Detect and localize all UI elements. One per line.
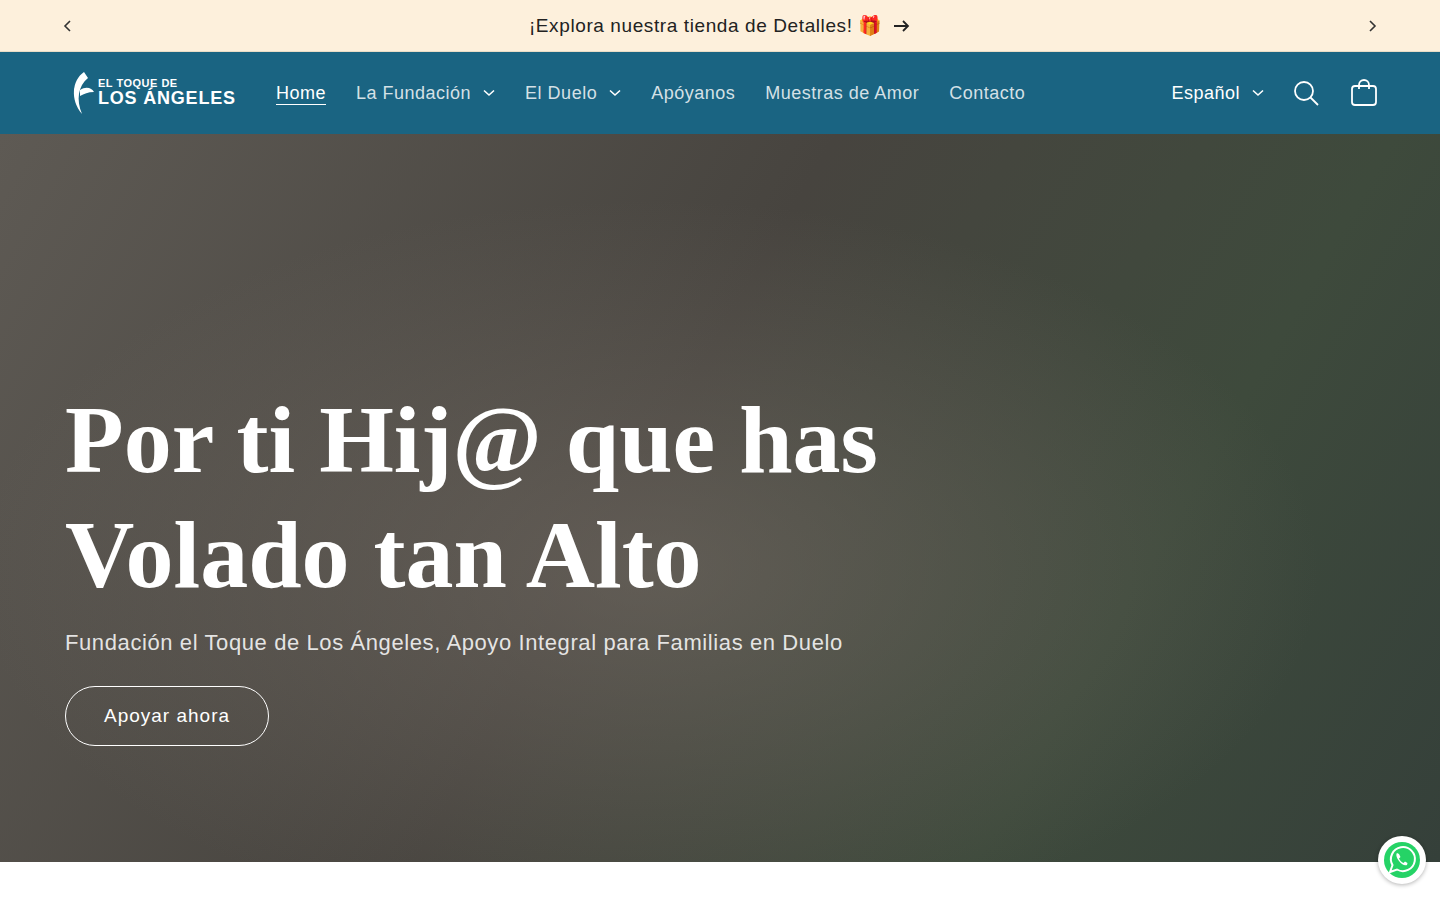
main-nav: Home La Fundación El Duelo Apóyanos Muestras… (276, 83, 1025, 104)
nav-item[interactable]: Muestras de Amor (765, 83, 919, 104)
cart-button[interactable] (1348, 77, 1380, 109)
nav-item[interactable]: Home (276, 83, 326, 104)
previous-button[interactable] (56, 14, 80, 38)
nav-item[interactable]: La Fundación (356, 83, 495, 104)
cart-icon (1349, 78, 1379, 108)
chevron-left-icon (61, 19, 75, 33)
page-content (0, 862, 1440, 900)
next-button[interactable] (1360, 14, 1384, 38)
support-button[interactable]: Apoyar ahora (65, 686, 269, 746)
announcement-link[interactable]: ¡Explora nuestra tienda de Detalles! 🎁 (529, 14, 911, 37)
arrow-right-icon (893, 19, 911, 33)
hero-subtitle: Fundación el Toque de Los Ángeles, Apoyo… (65, 630, 843, 656)
header: EL TOQUE DELOS ÁNGELES Home La Fundación El… (0, 52, 1440, 134)
language-label: Español (1171, 83, 1240, 104)
whatsapp-button[interactable] (1378, 836, 1426, 884)
search-button[interactable] (1290, 77, 1322, 109)
nav-item[interactable]: Apóyanos (651, 83, 735, 104)
hero-content: Por ti Hij@ que has Volado tan Alto Funda… (65, 382, 965, 746)
search-icon (1292, 79, 1320, 107)
page: ¡Explora nuestra tienda de Detalles! 🎁 EL… (0, 0, 1440, 900)
chevron-down-icon (483, 89, 495, 97)
nav-label: El Duelo (525, 83, 597, 104)
announcement-text: ¡Explora nuestra tienda de Detalles! 🎁 (529, 14, 883, 37)
hero-banner: Por ti Hij@ que has Volado tan Alto Funda… (0, 134, 1440, 862)
chevron-down-icon (609, 89, 621, 97)
logo[interactable]: EL TOQUE DELOS ÁNGELES (66, 70, 256, 116)
nav-label: La Fundación (356, 83, 471, 104)
angel-bird-icon (66, 70, 96, 116)
logo-line-2: LOS ÁNGELES (98, 89, 236, 108)
announcement-bar: ¡Explora nuestra tienda de Detalles! 🎁 (0, 0, 1440, 52)
nav-label: Apóyanos (651, 83, 735, 104)
whatsapp-icon (1380, 838, 1424, 882)
logo-text: EL TOQUE DELOS ÁNGELES (98, 78, 236, 108)
hero-title: Por ti Hij@ que has Volado tan Alto (65, 382, 965, 612)
nav-label: Home (276, 83, 326, 104)
nav-label: Muestras de Amor (765, 83, 919, 104)
nav-label: Contacto (949, 83, 1025, 104)
chevron-right-icon (1365, 19, 1379, 33)
chevron-down-icon (1252, 89, 1264, 97)
header-actions: Español (1171, 77, 1380, 109)
logo-line-1: EL TOQUE DE (98, 78, 236, 90)
nav-item[interactable]: Contacto (949, 83, 1025, 104)
language-selector[interactable]: Español (1171, 83, 1264, 104)
nav-item[interactable]: El Duelo (525, 83, 621, 104)
